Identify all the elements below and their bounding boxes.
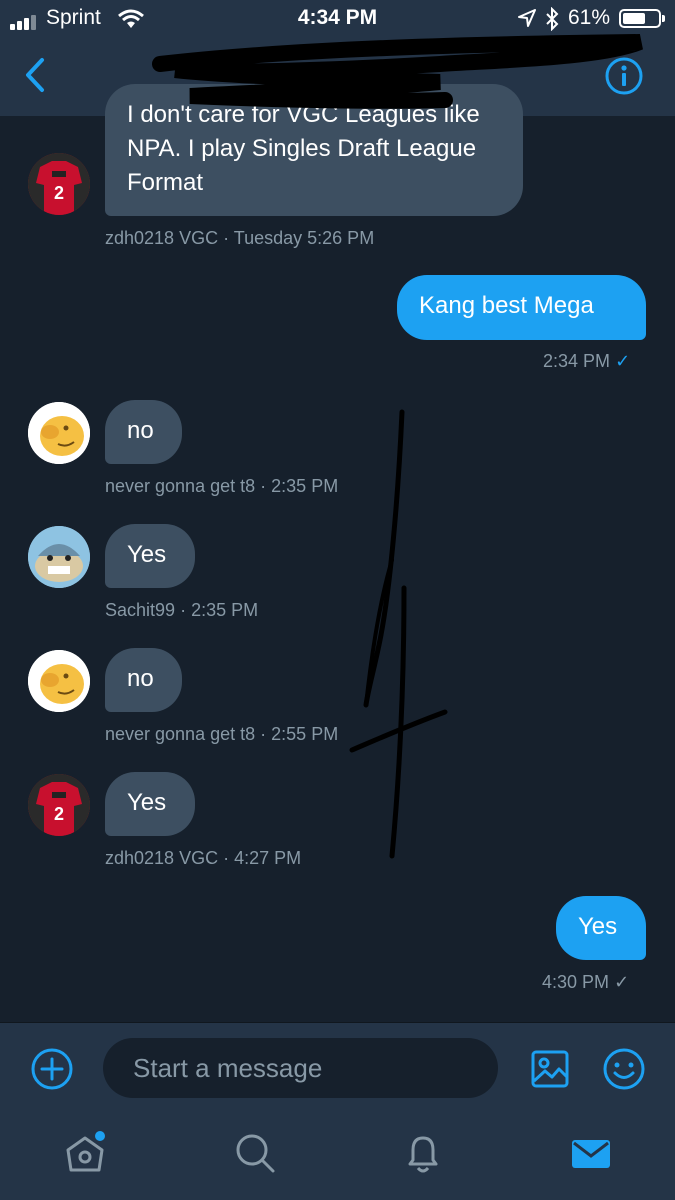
back-icon[interactable]: [20, 56, 50, 94]
message-time: 4:27 PM: [234, 848, 302, 868]
message-bubble[interactable]: I don't care for VGC Leagues like NPA. I…: [105, 84, 523, 216]
jersey-avatar-icon: 2: [28, 153, 90, 215]
message-text: Yes: [127, 789, 167, 816]
message-bubble[interactable]: no: [105, 400, 182, 464]
message-text: Yes: [127, 541, 167, 568]
svg-text:2: 2: [54, 183, 64, 203]
message-meta: never gonna get t8 · 2:35 PM: [105, 476, 338, 497]
message-bubble[interactable]: no: [105, 648, 182, 712]
battery-percent: 61%: [568, 6, 611, 29]
avatar[interactable]: 2: [28, 153, 90, 215]
message-text: no: [127, 417, 154, 444]
emoji-icon[interactable]: [602, 1047, 646, 1091]
message-bubble-outgoing[interactable]: Kang best Mega: [397, 275, 646, 340]
sender-name: Sachit99: [105, 600, 176, 620]
sender-name: zdh0218 VGC: [105, 228, 219, 248]
avatar[interactable]: 2: [28, 774, 90, 836]
sender-name: never gonna get t8: [105, 724, 256, 744]
yellow-avatar-icon: [28, 402, 90, 464]
message-meta: never gonna get t8 · 2:55 PM: [105, 724, 338, 745]
message-bubble[interactable]: Yes: [105, 772, 195, 836]
yellow-avatar-icon: [28, 650, 90, 712]
image-icon[interactable]: [530, 1049, 570, 1089]
bluetooth-icon: [546, 7, 559, 31]
svg-text:2: 2: [54, 804, 64, 824]
message-composer: [0, 1022, 675, 1117]
message-text: Kang best Mega: [419, 292, 594, 319]
message-meta: Sachit99 · 2:35 PM: [105, 600, 258, 621]
home-icon[interactable]: [62, 1130, 108, 1176]
messages-icon[interactable]: [568, 1130, 614, 1176]
message-text: I don't care for VGC Leagues like NPA. I…: [127, 101, 480, 196]
message-time: 2:55 PM: [271, 724, 339, 744]
message-bubble[interactable]: Yes: [105, 524, 195, 588]
message-time: 2:34 PM: [543, 351, 611, 371]
avatar[interactable]: [28, 402, 90, 464]
search-icon[interactable]: [232, 1130, 278, 1176]
message-text: no: [127, 665, 154, 692]
pokemon-avatar-icon: [28, 526, 90, 588]
message-meta: 2:34 PM ✓: [543, 351, 630, 372]
message-time: 4:30 PM: [542, 972, 610, 992]
meta-separator: ·: [223, 228, 230, 248]
location-icon: [518, 9, 536, 27]
meta-separator: ·: [260, 724, 267, 744]
info-icon[interactable]: [604, 56, 644, 96]
message-input[interactable]: [103, 1038, 498, 1098]
status-bar: Sprint 4:34 PM 61%: [0, 0, 675, 40]
tab-bar: [0, 1116, 675, 1200]
meta-separator: ·: [260, 476, 267, 496]
jersey-avatar-icon: 2: [28, 774, 90, 836]
avatar[interactable]: [28, 650, 90, 712]
battery-icon: [619, 9, 665, 28]
message-text: Yes: [578, 913, 618, 940]
read-receipt-icon: ✓: [615, 351, 631, 371]
avatar[interactable]: [28, 526, 90, 588]
add-media-icon[interactable]: [30, 1047, 74, 1091]
sent-receipt-icon: ✓: [614, 972, 630, 992]
message-bubble-outgoing[interactable]: Yes: [556, 896, 646, 960]
sender-name: zdh0218 VGC: [105, 848, 219, 868]
message-time: Tuesday 5:26 PM: [233, 228, 375, 248]
message-meta: zdh0218 VGC · Tuesday 5:26 PM: [105, 228, 374, 249]
sender-name: never gonna get t8: [105, 476, 256, 496]
message-meta: zdh0218 VGC · 4:27 PM: [105, 848, 301, 869]
message-time: 2:35 PM: [191, 600, 259, 620]
message-time: 2:35 PM: [271, 476, 339, 496]
meta-separator: ·: [180, 600, 187, 620]
message-meta: 4:30 PM ✓: [542, 972, 629, 993]
notifications-icon[interactable]: [400, 1130, 446, 1176]
meta-separator: ·: [223, 848, 230, 868]
